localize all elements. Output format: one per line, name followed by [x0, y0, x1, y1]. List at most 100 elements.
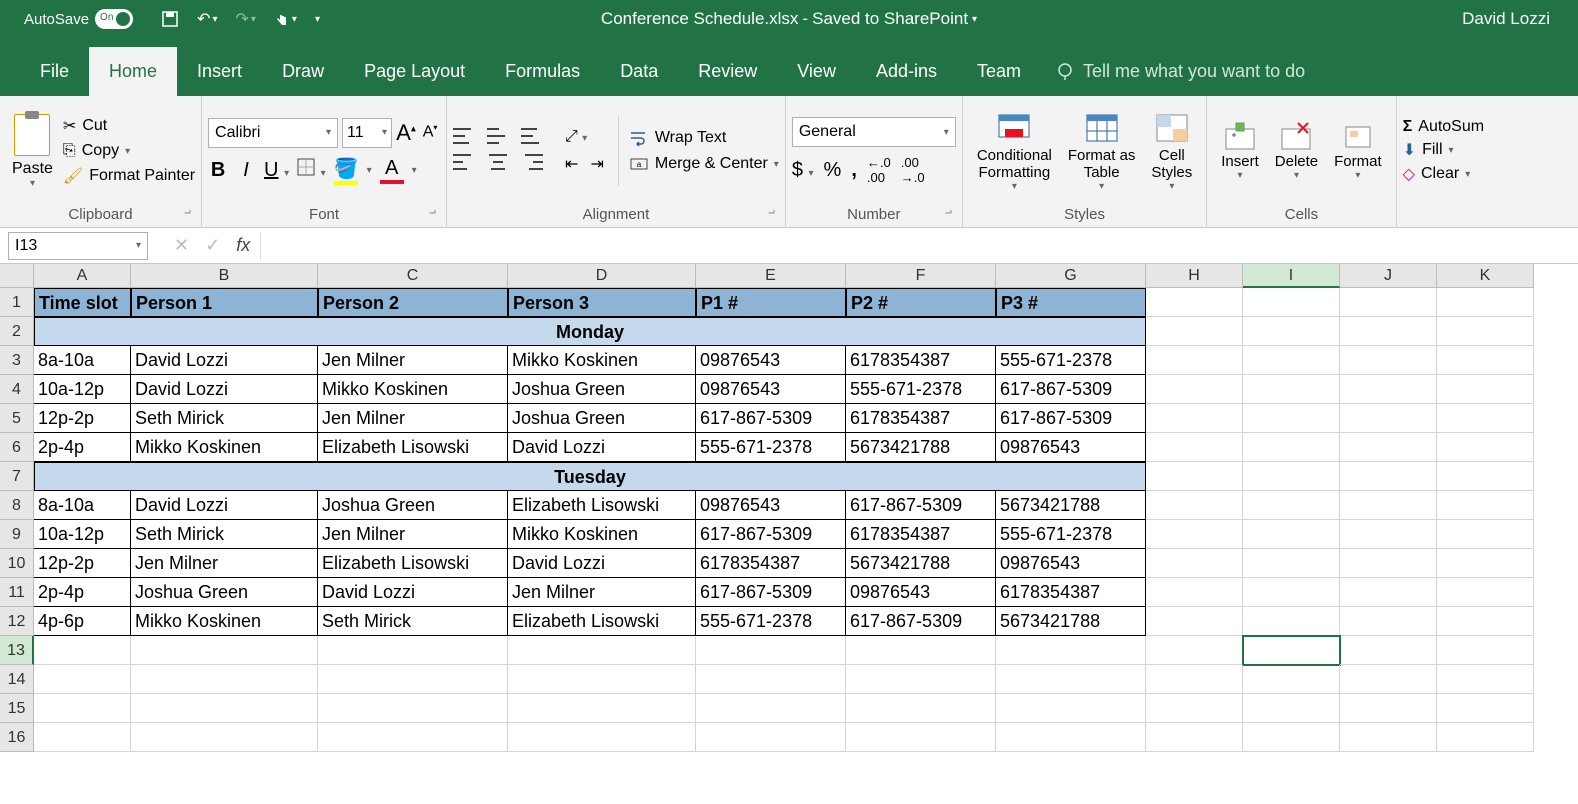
cell[interactable]: 555-671-2378	[696, 607, 846, 636]
cell[interactable]	[1437, 636, 1534, 665]
cell[interactable]	[1340, 462, 1437, 491]
merged-cell[interactable]: Tuesday	[34, 462, 1146, 491]
tab-insert[interactable]: Insert	[177, 47, 262, 96]
cell[interactable]	[696, 665, 846, 694]
cell[interactable]: 617-867-5309	[696, 404, 846, 433]
orientation-button[interactable]: ⤢ ▾	[565, 128, 587, 146]
cell[interactable]: David Lozzi	[508, 549, 696, 578]
cell[interactable]: 10a-12p	[34, 375, 131, 404]
undo-button[interactable]: ↶ ▾	[197, 9, 217, 29]
cell[interactable]: 09876543	[996, 433, 1146, 462]
cell[interactable]: 617-867-5309	[696, 520, 846, 549]
row-header[interactable]: 9	[0, 520, 34, 549]
cell[interactable]: 6178354387	[846, 346, 996, 375]
cell[interactable]	[996, 665, 1146, 694]
cell[interactable]: P1 #	[696, 288, 846, 317]
cell[interactable]: 09876543	[696, 375, 846, 404]
tab-view[interactable]: View	[777, 47, 856, 96]
underline-button[interactable]: U ▾	[264, 159, 289, 182]
tab-review[interactable]: Review	[678, 47, 777, 96]
cell[interactable]	[1146, 607, 1243, 636]
row-header[interactable]: 15	[0, 694, 34, 723]
column-header[interactable]: E	[696, 264, 846, 288]
cell[interactable]: Elizabeth Lisowski	[508, 607, 696, 636]
tab-team[interactable]: Team	[957, 47, 1041, 96]
customize-qat-button[interactable]: ▾	[315, 14, 320, 25]
copy-button[interactable]: ⎘Copy ▾	[63, 142, 195, 160]
cell[interactable]	[1146, 288, 1243, 317]
cell[interactable]	[1437, 288, 1534, 317]
italic-button[interactable]: I	[236, 159, 256, 182]
fx-icon[interactable]: fx	[236, 235, 250, 256]
cell[interactable]: 617-867-5309	[696, 578, 846, 607]
cell[interactable]	[1243, 665, 1340, 694]
cell[interactable]	[1437, 404, 1534, 433]
tab-page-layout[interactable]: Page Layout	[344, 47, 485, 96]
cell[interactable]	[34, 694, 131, 723]
enter-formula-button[interactable]: ✓	[205, 235, 220, 256]
align-middle-button[interactable]	[487, 128, 509, 146]
cell[interactable]: 8a-10a	[34, 346, 131, 375]
cell[interactable]	[1437, 317, 1534, 346]
cell[interactable]	[696, 694, 846, 723]
fill-color-button[interactable]: 🪣	[334, 156, 359, 185]
cell[interactable]: Mikko Koskinen	[131, 607, 318, 636]
cell[interactable]: Elizabeth Lisowski	[318, 433, 508, 462]
cell[interactable]: 10a-12p	[34, 520, 131, 549]
cell[interactable]	[1340, 694, 1437, 723]
row-header[interactable]: 1	[0, 288, 34, 317]
cell[interactable]: Joshua Green	[318, 491, 508, 520]
clear-button[interactable]: ◇Clear ▾	[1403, 162, 1471, 186]
cell[interactable]: Jen Milner	[508, 578, 696, 607]
cell[interactable]	[1146, 636, 1243, 665]
cell[interactable]	[1437, 375, 1534, 404]
cell[interactable]: David Lozzi	[131, 346, 318, 375]
insert-cells-button[interactable]: Insert▾	[1213, 121, 1267, 181]
row-header[interactable]: 14	[0, 665, 34, 694]
row-header[interactable]: 8	[0, 491, 34, 520]
increase-indent-button[interactable]: ⇥	[590, 154, 603, 174]
cell[interactable]: 555-671-2378	[846, 375, 996, 404]
row-header[interactable]: 3	[0, 346, 34, 375]
tab-draw[interactable]: Draw	[262, 47, 344, 96]
cell[interactable]	[1146, 346, 1243, 375]
cell[interactable]	[1340, 404, 1437, 433]
cell[interactable]	[1340, 723, 1437, 752]
cell[interactable]	[1437, 578, 1534, 607]
bold-button[interactable]: B	[208, 159, 228, 182]
cell[interactable]	[1243, 317, 1340, 346]
number-format-combo[interactable]: General▾	[792, 117, 956, 147]
cell[interactable]	[1243, 491, 1340, 520]
cell[interactable]	[1243, 462, 1340, 491]
cell[interactable]	[1437, 723, 1534, 752]
cut-button[interactable]: ✂Cut	[63, 116, 195, 136]
cell[interactable]: 09876543	[996, 549, 1146, 578]
cell[interactable]	[131, 636, 318, 665]
cell[interactable]: Joshua Green	[508, 375, 696, 404]
save-icon[interactable]	[161, 10, 179, 28]
column-header[interactable]: G	[996, 264, 1146, 288]
cell[interactable]	[508, 636, 696, 665]
comma-format-button[interactable]: ,	[851, 159, 857, 182]
cell[interactable]	[1146, 433, 1243, 462]
cell[interactable]: David Lozzi	[131, 491, 318, 520]
cell[interactable]: 6178354387	[696, 549, 846, 578]
cell[interactable]	[131, 694, 318, 723]
cell[interactable]: 617-867-5309	[846, 607, 996, 636]
cell[interactable]	[846, 694, 996, 723]
cell[interactable]	[1340, 491, 1437, 520]
cell[interactable]: 5673421788	[996, 607, 1146, 636]
cell[interactable]	[508, 694, 696, 723]
cell[interactable]	[1243, 607, 1340, 636]
cell[interactable]: Elizabeth Lisowski	[508, 491, 696, 520]
cell[interactable]: Time slot	[34, 288, 131, 317]
cell[interactable]	[1437, 665, 1534, 694]
formula-input[interactable]	[260, 232, 1578, 260]
cell[interactable]	[1146, 375, 1243, 404]
cell[interactable]: Jen Milner	[318, 520, 508, 549]
cell[interactable]: 09876543	[696, 346, 846, 375]
align-left-button[interactable]	[453, 154, 475, 174]
cell[interactable]: Seth Mirick	[131, 404, 318, 433]
cell[interactable]: 555-671-2378	[996, 520, 1146, 549]
column-header[interactable]: A	[34, 264, 131, 288]
